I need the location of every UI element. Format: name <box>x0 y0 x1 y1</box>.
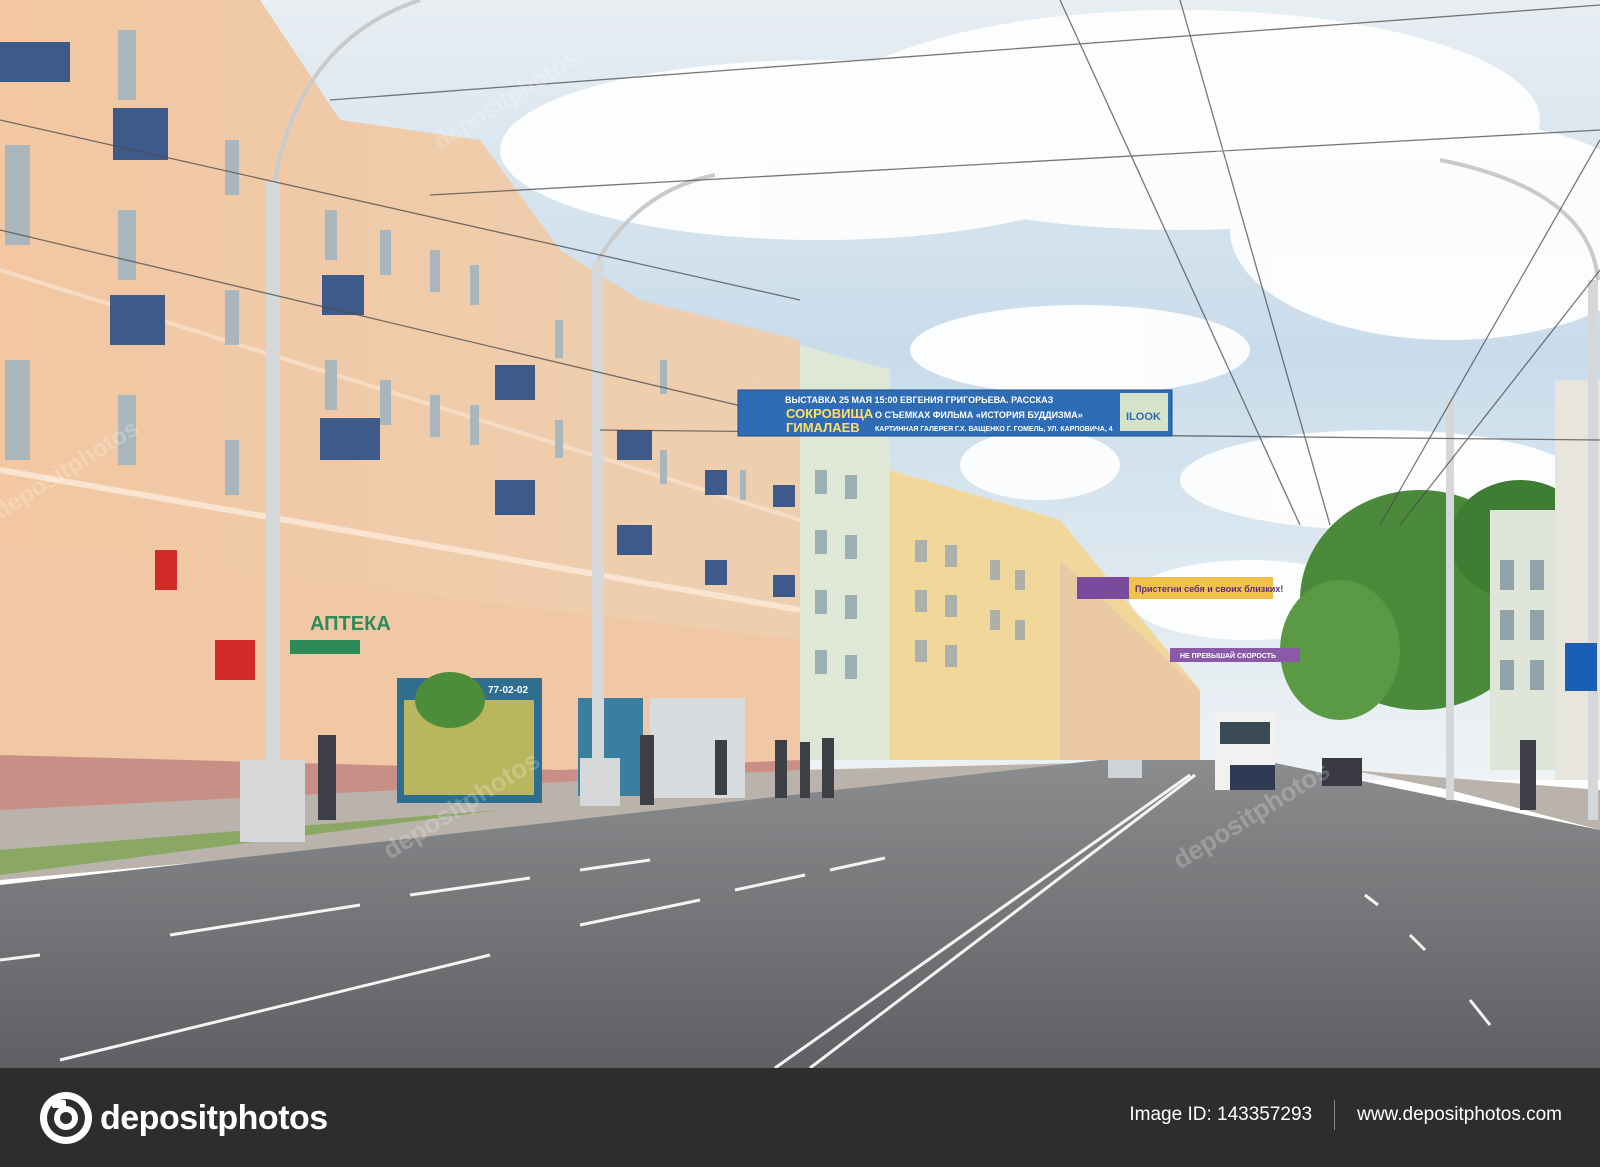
banner-line3: КАРТИННАЯ ГАЛЕРЕЯ Г.Х. ВАЩЕНКО Г. ГОМЕЛЬ… <box>875 426 1113 433</box>
secondary-banner: Пристегни себя и своих близких! <box>1077 577 1283 599</box>
depositphotos-logo[interactable]: depositphotos <box>38 1088 328 1148</box>
site-url-link[interactable]: www.depositphotos.com <box>1357 1104 1562 1126</box>
third-banner: НЕ ПРЕВЫШАЙ СКОРОСТЬ <box>1170 648 1300 662</box>
footer-bar: depositphotos Image ID: 143357293 www.de… <box>0 1068 1600 1167</box>
kiosk-phone-text: 77-02-02 <box>488 685 528 696</box>
banner-sponsor: ILOOK <box>1126 411 1161 423</box>
banner-line2: О СЪЕМКАХ ФИЛЬМА «ИСТОРИЯ БУДДИЗМА» <box>875 410 1083 420</box>
camera-logo-icon <box>40 1092 92 1144</box>
meta-divider <box>1334 1100 1336 1130</box>
banner-title2: ГИМАЛАЕВ <box>786 420 860 435</box>
tree-small <box>415 672 485 728</box>
bus <box>1215 712 1275 790</box>
banner-title1: СОКРОВИЩА <box>786 406 874 421</box>
pharmacy-sign: АПТЕКА <box>310 613 391 635</box>
main-banner: ВЫСТАВКА 25 МАЯ 15:00 ЕВГЕНИЯ ГРИГОРЬЕВА… <box>737 389 1173 437</box>
stock-photo: АПТЕКА 77-02-02 ВЫСТАВКА 25 МАЯ 15:00 ЕВ… <box>0 0 1600 1068</box>
banner-line1: ВЫСТАВКА 25 МАЯ 15:00 ЕВГЕНИЯ ГРИГОРЬЕВА… <box>785 395 1054 405</box>
bus-stop-sign <box>1565 643 1597 691</box>
image-id: Image ID: 143357293 <box>1129 1104 1313 1125</box>
third-banner-text: НЕ ПРЕВЫШАЙ СКОРОСТЬ <box>1180 651 1276 660</box>
image-meta: Image ID: 143357293 www.depositphotos.co… <box>1129 1100 1562 1130</box>
street-scene: АПТЕКА 77-02-02 ВЫСТАВКА 25 МАЯ 15:00 ЕВ… <box>0 0 1600 1068</box>
secondary-banner-text: Пристегни себя и своих близких! <box>1135 584 1283 594</box>
logo-text: depositphotos <box>100 1098 328 1137</box>
